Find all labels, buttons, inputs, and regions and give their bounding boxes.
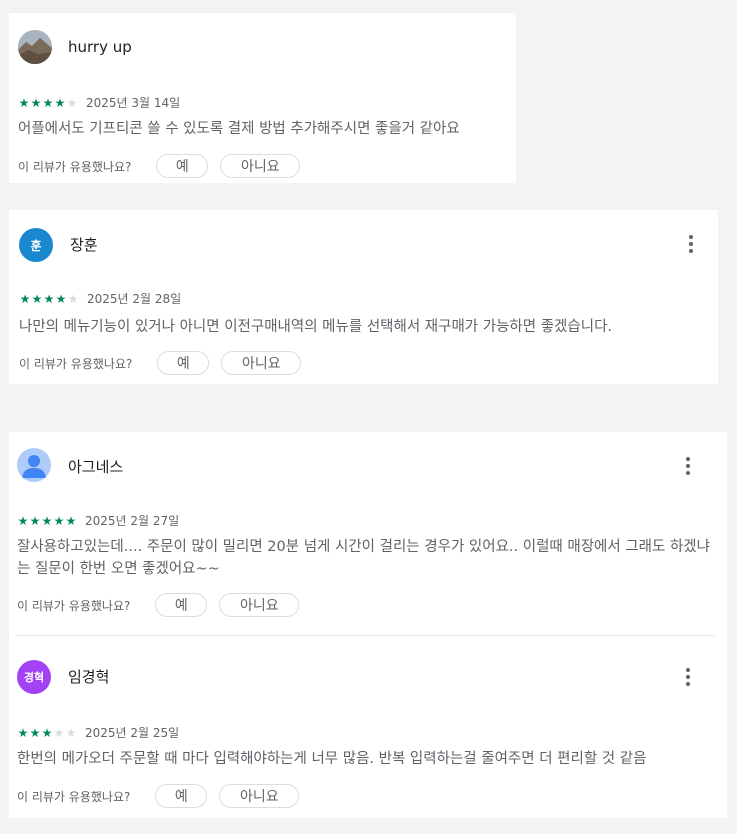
star-rating: ★ ★ ★ ★ ★ bbox=[17, 727, 77, 739]
review-card-3: 아그네스 ★ ★ ★ ★ ★ 2025년 2월 27일 잘사용하고있는데.... 주문이… bbox=[9, 432, 727, 818]
star-filled-icon: ★ bbox=[17, 513, 29, 528]
review-date: 2025년 2월 28일 bbox=[87, 292, 182, 306]
star-filled-icon: ★ bbox=[43, 291, 55, 306]
avatar-initial: 훈 bbox=[30, 238, 42, 253]
avatar-photo bbox=[18, 30, 52, 64]
helpful-no-button[interactable]: 아니요 bbox=[219, 593, 300, 617]
review-divider bbox=[15, 635, 715, 636]
avatar: 경혁 bbox=[17, 660, 51, 694]
more-options-icon[interactable] bbox=[678, 452, 698, 480]
review-card-1: hurry up ★ ★ ★ ★ ★ 2025년 3월 14일 어플에서도 기프티콘 쓸… bbox=[9, 13, 516, 183]
review-date: 2025년 3월 14일 bbox=[86, 96, 181, 110]
more-options-icon[interactable] bbox=[678, 663, 698, 691]
helpful-yes-button[interactable]: 예 bbox=[157, 351, 210, 375]
helpful-row: 이 리뷰가 유용했나요? 예 아니요 bbox=[18, 154, 312, 178]
helpful-label: 이 리뷰가 유용했나요? bbox=[17, 789, 131, 804]
helpful-label: 이 리뷰가 유용했나요? bbox=[18, 159, 132, 174]
review-text: 잘사용하고있는데.... 주문이 많이 밀리면 20분 넘게 시간이 걸리는 경… bbox=[17, 539, 710, 577]
review-date: 2025년 2월 27일 bbox=[85, 514, 180, 528]
star-filled-icon: ★ bbox=[17, 725, 29, 740]
review-author: 장훈 bbox=[70, 236, 98, 254]
review-meta: ★ ★ ★ ★ ★ 2025년 2월 27일 bbox=[17, 512, 180, 529]
star-filled-icon: ★ bbox=[31, 291, 43, 306]
star-filled-icon: ★ bbox=[29, 725, 41, 740]
review-author: 아그네스 bbox=[68, 458, 124, 476]
helpful-label: 이 리뷰가 유용했나요? bbox=[17, 598, 131, 613]
helpful-row: 이 리뷰가 유용했나요? 예 아니요 bbox=[17, 784, 311, 808]
person-icon bbox=[22, 455, 46, 478]
review-text: 어플에서도 기프티콘 쓸 수 있도록 결제 방법 추가해주시면 좋을거 같아요 bbox=[18, 121, 460, 137]
helpful-no-button[interactable]: 아니요 bbox=[221, 351, 302, 375]
star-empty-icon: ★ bbox=[66, 95, 78, 110]
helpful-yes-button[interactable]: 예 bbox=[155, 784, 208, 808]
helpful-no-button[interactable]: 아니요 bbox=[220, 154, 301, 178]
star-filled-icon: ★ bbox=[41, 513, 53, 528]
star-rating: ★ ★ ★ ★ ★ bbox=[18, 97, 78, 109]
review-author: 임경혁 bbox=[68, 668, 110, 686]
review-text: 나만의 메뉴기능이 있거나 아니면 이전구매내역의 메뉴를 선택해서 재구매가 … bbox=[19, 319, 613, 335]
star-filled-icon: ★ bbox=[30, 95, 42, 110]
avatar: 훈 bbox=[19, 228, 53, 262]
star-rating: ★ ★ ★ ★ ★ bbox=[19, 293, 79, 305]
review-author: hurry up bbox=[68, 38, 132, 56]
review-text: 한번의 메가오더 주문할 때 마다 입력해야하는게 너무 많음. 반복 입력하는… bbox=[17, 751, 647, 767]
star-filled-icon: ★ bbox=[29, 513, 41, 528]
star-filled-icon: ★ bbox=[54, 95, 66, 110]
star-filled-icon: ★ bbox=[55, 291, 67, 306]
helpful-yes-button[interactable]: 예 bbox=[155, 593, 208, 617]
star-filled-icon: ★ bbox=[65, 513, 77, 528]
avatar-initial: 경혁 bbox=[23, 671, 45, 684]
star-filled-icon: ★ bbox=[19, 291, 31, 306]
landscape-photo-icon bbox=[18, 30, 52, 64]
more-options-icon[interactable] bbox=[681, 230, 701, 258]
star-empty-icon: ★ bbox=[65, 725, 77, 740]
helpful-label: 이 리뷰가 유용했나요? bbox=[19, 356, 133, 371]
helpful-no-button[interactable]: 아니요 bbox=[219, 784, 300, 808]
star-filled-icon: ★ bbox=[41, 725, 53, 740]
star-filled-icon: ★ bbox=[42, 95, 54, 110]
star-rating: ★ ★ ★ ★ ★ bbox=[17, 515, 77, 527]
avatar bbox=[17, 448, 51, 482]
helpful-row: 이 리뷰가 유용했나요? 예 아니요 bbox=[19, 351, 313, 375]
star-filled-icon: ★ bbox=[53, 513, 65, 528]
star-filled-icon: ★ bbox=[18, 95, 30, 110]
review-meta: ★ ★ ★ ★ ★ 2025년 2월 28일 bbox=[19, 290, 182, 307]
review-meta: ★ ★ ★ ★ ★ 2025년 3월 14일 bbox=[18, 94, 181, 111]
star-empty-icon: ★ bbox=[53, 725, 65, 740]
helpful-row: 이 리뷰가 유용했나요? 예 아니요 bbox=[17, 593, 311, 617]
review-date: 2025년 2월 25일 bbox=[85, 726, 180, 740]
review-card-2: 훈 장훈 ★ ★ ★ ★ ★ 2025년 2월 28일 나만의 메뉴기능이 있거나 아니… bbox=[9, 210, 718, 384]
star-empty-icon: ★ bbox=[67, 291, 79, 306]
helpful-yes-button[interactable]: 예 bbox=[156, 154, 209, 178]
review-meta: ★ ★ ★ ★ ★ 2025년 2월 25일 bbox=[17, 724, 180, 741]
